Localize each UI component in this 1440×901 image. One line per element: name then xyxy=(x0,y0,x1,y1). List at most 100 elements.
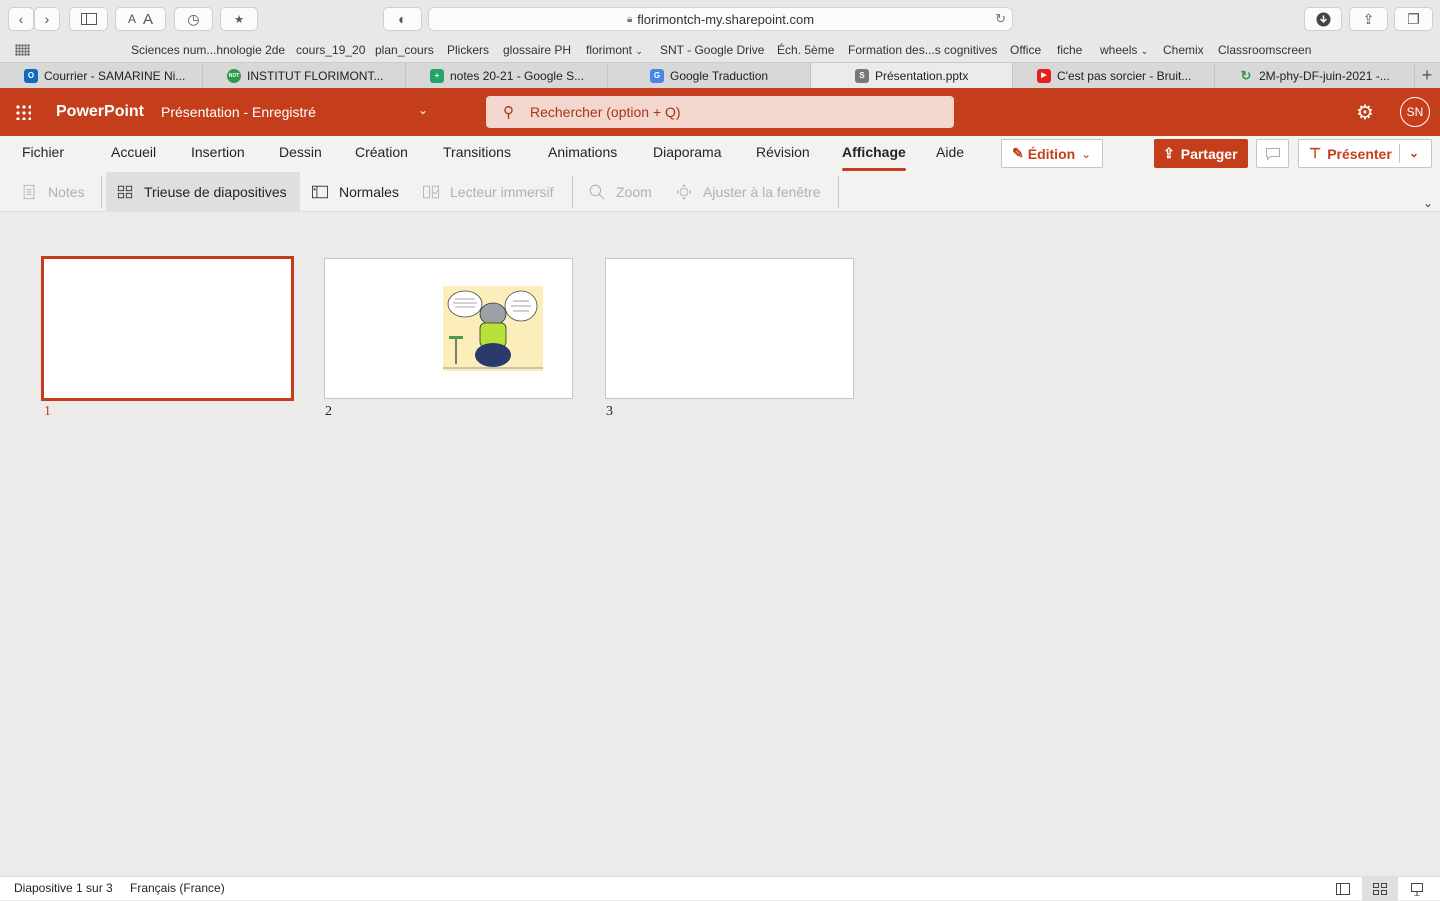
bookmark[interactable]: Sciences num...hnologie 2de xyxy=(131,43,285,57)
slide-thumbnail-2[interactable] xyxy=(324,258,573,399)
chevron-down-icon[interactable]: ⌄ xyxy=(418,103,428,117)
slide-sorter-icon xyxy=(117,185,133,199)
tab-insertion[interactable]: Insertion xyxy=(191,144,245,160)
comments-button[interactable] xyxy=(1256,139,1289,168)
bookmarks-bar: Sciences num...hnologie 2de cours_19_20 … xyxy=(0,38,1440,62)
ribbon-commands: Notes Trieuse de diapositives Normales L… xyxy=(0,172,1440,212)
notes-icon xyxy=(23,184,35,200)
slide-thumbnail-1[interactable] xyxy=(41,256,294,401)
clock-icon: ◷ xyxy=(187,10,200,27)
presentation-icon xyxy=(1411,882,1423,896)
slide-number: 2 xyxy=(325,404,332,419)
tab-affichage[interactable]: Affichage xyxy=(842,144,906,171)
slide-count: Diapositive 1 sur 3 xyxy=(14,881,113,895)
bookmark[interactable]: cours_19_20 xyxy=(296,43,365,57)
bookmark-folder[interactable]: wheels ⌄ xyxy=(1100,43,1148,57)
tab-overview-button[interactable]: ❐ xyxy=(1394,7,1433,31)
normal-view-icon xyxy=(1336,883,1350,895)
share-icon: ⇪ xyxy=(1362,10,1375,27)
back-button[interactable]: ‹ xyxy=(8,7,34,31)
browser-tab[interactable]: O Courrier - SAMARINE Ni... xyxy=(0,63,203,88)
tab-accueil[interactable]: Accueil xyxy=(111,144,156,160)
bookmark-folder[interactable]: florimont ⌄ xyxy=(586,43,643,57)
bookmark[interactable]: Chemix xyxy=(1163,43,1204,57)
chevron-down-icon[interactable]: ⌄ xyxy=(1423,196,1433,210)
search-input[interactable]: ⚲ Rechercher (option + Q) xyxy=(486,96,954,128)
share-button[interactable]: ⇪ Partager xyxy=(1154,139,1248,168)
star-icon: ★ xyxy=(234,13,244,26)
tab-aide[interactable]: Aide xyxy=(936,144,964,160)
tab-dessin[interactable]: Dessin xyxy=(279,144,322,160)
slide-sorter-icon xyxy=(1373,883,1387,895)
immersive-reader-button[interactable]: Lecteur immersif xyxy=(422,172,553,212)
normal-view-toggle[interactable] xyxy=(1325,877,1361,901)
browser-tab[interactable]: NOT INSTITUT FLORIMONT... xyxy=(203,63,406,88)
divider xyxy=(838,176,839,208)
browser-tab-active[interactable]: S Présentation.pptx xyxy=(811,63,1013,88)
edit-mode-dropdown[interactable]: ✎ Édition ⌄ xyxy=(1001,139,1103,168)
chevron-down-icon[interactable]: ⌄ xyxy=(1409,146,1419,160)
present-button[interactable]: ⊤ Présenter ⌄ xyxy=(1298,139,1432,168)
google-sheets-icon: + xyxy=(430,69,444,83)
browser-tab[interactable]: G Google Traduction xyxy=(608,63,811,88)
browser-tab[interactable]: + notes 20-21 - Google S... xyxy=(406,63,608,88)
lock-icon: 🔒︎ xyxy=(626,13,633,25)
document-title[interactable]: Présentation - Enregistré xyxy=(161,104,316,120)
zoom-button[interactable]: Zoom xyxy=(588,172,652,212)
app-launcher-icon[interactable] xyxy=(15,104,31,120)
tab-transitions[interactable]: Transitions xyxy=(443,144,511,160)
apps-grid-icon[interactable] xyxy=(15,44,30,56)
downloads-button[interactable] xyxy=(1304,7,1342,31)
sidebar-toggle-button[interactable] xyxy=(69,7,108,31)
tab-creation[interactable]: Création xyxy=(355,144,408,160)
url-bar[interactable]: 🔒︎ florimontch-my.sharepoint.com ↻ xyxy=(428,7,1013,31)
privacy-report-button[interactable]: ◐ xyxy=(383,7,422,31)
google-translate-icon: G xyxy=(650,69,664,83)
presentation-icon: ⊤ xyxy=(1309,145,1322,161)
bookmark[interactable]: SNT - Google Drive xyxy=(660,43,764,57)
avatar[interactable]: SN xyxy=(1400,97,1430,127)
immersive-reader-icon xyxy=(423,185,439,199)
reading-view-toggle[interactable] xyxy=(1399,877,1435,901)
bookmark[interactable]: fiche xyxy=(1057,43,1082,57)
favorites-button[interactable]: ★ xyxy=(220,7,258,31)
bookmark[interactable]: glossaire PH xyxy=(503,43,571,57)
bookmark[interactable]: Plickers xyxy=(447,43,489,57)
share-page-button[interactable]: ⇪ xyxy=(1349,7,1388,31)
slide-number: 3 xyxy=(606,404,613,419)
normal-view-icon xyxy=(312,185,328,199)
tab-diaporama[interactable]: Diaporama xyxy=(653,144,721,160)
normal-view-button[interactable]: Normales xyxy=(311,172,399,212)
browser-tab[interactable]: ▶ C'est pas sorcier - Bruit... xyxy=(1013,63,1215,88)
tab-animations[interactable]: Animations xyxy=(548,144,617,160)
bookmark[interactable]: Formation des...s cognitives xyxy=(848,43,997,57)
chevron-down-icon: ⌄ xyxy=(635,46,643,56)
browser-tab[interactable]: ↻ 2M-phy-DF-juin-2021 -... xyxy=(1215,63,1415,88)
slide-sorter-toggle[interactable] xyxy=(1362,877,1398,901)
language-indicator[interactable]: Français (France) xyxy=(130,881,225,895)
bookmark[interactable]: Office xyxy=(1010,43,1041,57)
new-tab-button[interactable]: + xyxy=(1414,63,1440,88)
tab-revision[interactable]: Révision xyxy=(756,144,810,160)
plus-icon: + xyxy=(1421,65,1433,85)
notes-button[interactable]: Notes xyxy=(20,172,85,212)
download-icon xyxy=(1316,12,1330,26)
gear-icon[interactable]: ⚙ xyxy=(1356,100,1374,125)
app-header: PowerPoint Présentation - Enregistré ⌄ ⚲… xyxy=(0,88,1440,136)
slide-thumbnail-3[interactable] xyxy=(605,258,854,399)
bookmark[interactable]: plan_cours xyxy=(375,43,434,57)
bookmark[interactable]: Éch. 5ème xyxy=(777,43,834,57)
ribbon-tab-bar: Fichier Accueil Insertion Dessin Créatio… xyxy=(0,136,1440,172)
chevron-right-icon: › xyxy=(44,11,50,27)
fit-to-window-button[interactable]: Ajuster à la fenêtre xyxy=(675,172,821,212)
slide-sorter-button[interactable]: Trieuse de diapositives xyxy=(106,172,300,212)
app-name[interactable]: PowerPoint xyxy=(56,103,144,121)
forward-button[interactable]: › xyxy=(34,7,60,31)
tabs-icon: ❐ xyxy=(1407,10,1420,27)
reload-icon[interactable]: ↻ xyxy=(995,11,1006,27)
history-button[interactable]: ◷ xyxy=(174,7,213,31)
bookmark[interactable]: Classroomscreen xyxy=(1218,43,1311,57)
divider xyxy=(101,176,102,208)
tab-fichier[interactable]: Fichier xyxy=(22,144,64,160)
text-size-button[interactable]: AA xyxy=(115,7,166,31)
